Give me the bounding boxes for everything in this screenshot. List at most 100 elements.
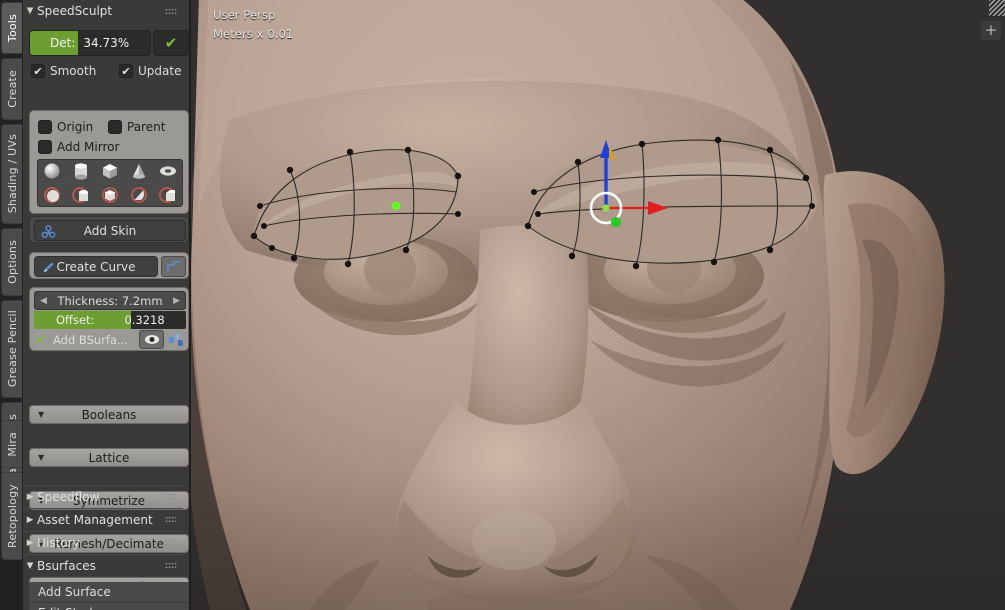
update-checkbox[interactable]: Update: [119, 64, 181, 78]
sidebar-tab-grease-pencil[interactable]: Grease Pencil: [1, 300, 22, 398]
create-curve-group: Create Curve: [29, 252, 189, 279]
primitive-torus-button[interactable]: [154, 160, 182, 183]
primitive-cylinder-button[interactable]: [67, 160, 95, 183]
bsurfaces-add-surface-label: Add Surface: [38, 585, 111, 599]
add-bsurface-checkbox[interactable]: Add BSurfa...: [34, 333, 139, 347]
boolean-cylinder-button[interactable]: [67, 184, 95, 207]
boolean-cube-alt-button[interactable]: [154, 184, 182, 207]
drag-grip-icon[interactable]: [165, 539, 177, 546]
sphere-icon: [42, 161, 62, 181]
detail-slider[interactable]: Det: 34.73%: [29, 30, 151, 56]
add-mirror-checkbox[interactable]: Add Mirror: [38, 140, 119, 154]
sidebar-tab-mira[interactable]: Mira: [1, 420, 22, 468]
drag-grip-icon[interactable]: [165, 562, 177, 569]
add-mirror-checkbox-label: Add Mirror: [57, 140, 119, 154]
confirm-detail-button[interactable]: ✔: [153, 30, 189, 56]
add-skin-group: Add Skin: [29, 216, 189, 243]
sidebar-tab-retopology-label: Retopology: [6, 484, 19, 548]
chevron-right-icon: ▶: [23, 492, 37, 502]
sidebar-tab-create[interactable]: Create: [1, 58, 22, 120]
thickness-field[interactable]: ◀ Thickness: 7.2mm ▶: [34, 291, 186, 310]
sidebar-tab-tools[interactable]: Tools: [1, 2, 22, 54]
modifier-icon-button[interactable]: [166, 330, 186, 349]
checkbox-box-icon: [38, 140, 52, 154]
tool-tab-strip: Tools Create Shading / UVs Options Greas…: [0, 0, 23, 610]
boolean-cone-button[interactable]: [125, 184, 153, 207]
panel-title-bsurfaces: Bsurfaces: [37, 559, 165, 573]
bsurfaces-add-surface-item[interactable]: Add Surface: [29, 582, 189, 603]
checkbox-box-icon: [108, 120, 122, 134]
sidebar-tab-options[interactable]: Options: [1, 228, 22, 296]
offset-slider-label: Offset:: [56, 313, 94, 327]
sidebar-tab-create-label: Create: [6, 70, 19, 108]
sidebar-tab-mira-label: Mira: [6, 432, 19, 457]
increment-arrow-icon[interactable]: ▶: [173, 296, 180, 306]
checkbox-box-icon: [119, 64, 133, 78]
origin-checkbox-label: Origin: [57, 120, 93, 134]
chevron-right-icon: ▶: [23, 538, 37, 548]
sidebar-tab-tools-label: Tools: [6, 14, 19, 42]
primitive-sphere-button[interactable]: [38, 160, 66, 183]
origin-checkbox[interactable]: Origin: [38, 120, 93, 134]
boolean-cone-icon: [129, 185, 149, 205]
panel-header-bsurfaces[interactable]: ▼ Bsurfaces: [23, 554, 183, 576]
chevron-right-icon: ▶: [23, 515, 37, 525]
parent-checkbox[interactable]: Parent: [108, 120, 165, 134]
bsurfaces-edit-strokes-item[interactable]: Edit Strokes: [29, 603, 189, 610]
sidebar-tab-options-label: Options: [6, 240, 19, 284]
viewport-units-label: Meters x 0.01: [213, 27, 293, 41]
panel-header-asset-management[interactable]: ▶ Asset Management: [23, 508, 183, 530]
primitive-cube-button[interactable]: [96, 160, 124, 183]
lattice-button[interactable]: ▼ Lattice: [29, 448, 189, 467]
thickness-label: Thickness: 7.2mm: [57, 294, 162, 308]
viewport-perspective-label: User Persp: [213, 8, 276, 22]
chevron-down-icon: ▼: [23, 561, 37, 571]
wrench-modifier-icon: [168, 333, 184, 347]
add-skin-button[interactable]: Add Skin: [34, 220, 186, 241]
drag-grip-icon[interactable]: [165, 516, 177, 523]
panel-title-history: History: [37, 536, 165, 550]
smooth-checkbox-label: Smooth: [50, 64, 96, 78]
sidebar-tab-grease-pencil-label: Grease Pencil: [6, 310, 19, 387]
lattice-label: Lattice: [30, 451, 188, 465]
decrement-arrow-icon[interactable]: ◀: [40, 296, 47, 306]
boolean-sphere-button[interactable]: [38, 184, 66, 207]
boolean-cube-icon: [100, 185, 120, 205]
panel-header-speedflow[interactable]: ▶ Speedflow: [23, 485, 183, 507]
detail-slider-label: Det:: [50, 36, 75, 50]
booleans-button[interactable]: ▼ Booleans: [29, 405, 189, 424]
add-skin-label: Add Skin: [35, 224, 185, 238]
create-curve-button[interactable]: Create Curve: [34, 256, 158, 277]
smooth-checkbox[interactable]: Smooth: [31, 64, 96, 78]
panel-header-speedsculpt[interactable]: ▼ SpeedSculpt: [23, 0, 183, 22]
offset-slider[interactable]: Offset: 0.3218: [34, 311, 186, 329]
sculpted-head-model[interactable]: [190, 0, 1005, 610]
add-primitives-group: Origin Parent Add Mirror: [29, 110, 189, 214]
bsurface-settings-group: ◀ Thickness: 7.2mm ▶ Offset: 0.3218 Add …: [29, 287, 189, 351]
checkmark-icon: [34, 333, 48, 347]
sidebar-tab-shading-uvs[interactable]: Shading / UVs: [1, 124, 22, 224]
update-checkbox-label: Update: [138, 64, 181, 78]
drag-grip-icon[interactable]: [165, 8, 177, 15]
cube-icon: [100, 161, 120, 181]
visibility-toggle-button[interactable]: [139, 330, 164, 349]
panel-header-history[interactable]: ▶ History: [23, 531, 183, 553]
primitive-icon-grid[interactable]: [37, 159, 183, 207]
boolean-cube-button[interactable]: [96, 184, 124, 207]
detail-slider-value: 34.73%: [83, 36, 129, 50]
chevron-down-icon: ▼: [38, 410, 44, 419]
add-bsurface-label: Add BSurfa...: [53, 333, 128, 347]
checkbox-box-icon: [31, 64, 45, 78]
npanel-toggle-button[interactable]: +: [981, 21, 1001, 40]
drag-grip-icon[interactable]: [165, 493, 177, 500]
sidebar-tab-retopology[interactable]: Retopology: [1, 472, 22, 560]
viewport-corner-grip[interactable]: [989, 0, 1005, 16]
tool-shelf-panel[interactable]: ▼ SpeedSculpt Det: 34.73% ✔ Smooth Updat…: [23, 0, 190, 610]
curve-profile-button[interactable]: [161, 256, 186, 277]
sidebar-tab-shading-uvs-label: Shading / UVs: [6, 134, 19, 213]
primitive-cone-button[interactable]: [125, 160, 153, 183]
boolean-sphere-icon: [42, 185, 62, 205]
panel-resize-edge[interactable]: [189, 0, 191, 610]
panel-title-speedflow: Speedflow: [37, 490, 165, 504]
boolean-cylinder-icon: [71, 185, 91, 205]
